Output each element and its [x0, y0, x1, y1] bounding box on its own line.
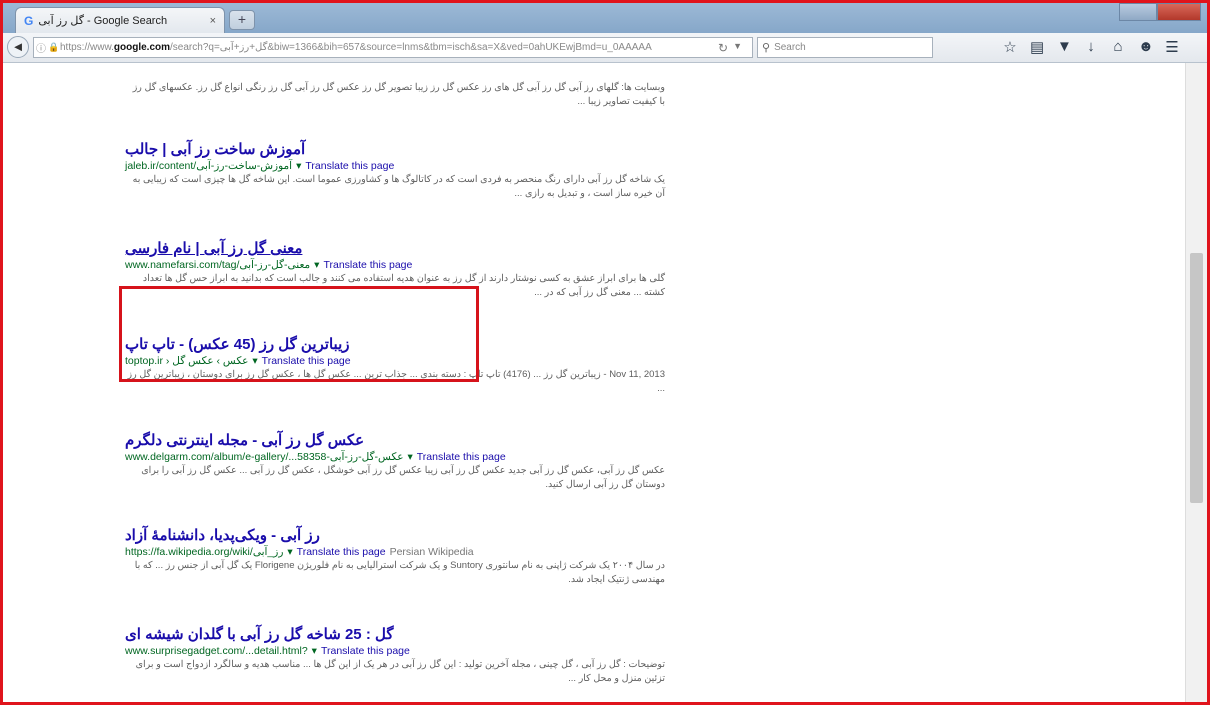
tab-close-icon[interactable]: × — [210, 15, 216, 27]
cite-dropdown-icon[interactable]: ▾ — [314, 259, 319, 271]
home-icon[interactable]: ⌂ — [1111, 38, 1125, 56]
result-cite: www.surprisegadget.com/...detail.html? ▾ T… — [125, 644, 665, 658]
tab-bar: G گل رز آبی - Google Search × + — [3, 3, 1207, 33]
reading-list-icon[interactable]: ▤ — [1030, 38, 1044, 56]
search-result: عکس گل رز آبی - مجله اینترنتی دلگرم www.… — [125, 431, 665, 492]
result-snippet: وبسایت ها: گلهای رز آبی گل رز آبی گل های… — [132, 82, 665, 107]
result-title-link[interactable]: آموزش ساخت رز آبی | جالب — [125, 140, 665, 159]
result-cite: jaleb.ir/content/آموزش-ساخت-رز-آبی ▾ Trans… — [125, 159, 665, 173]
info-icon[interactable]: ⓘ — [34, 40, 48, 55]
result-snippet: توضیحات : گل رز آبی ، گل چینی ، مجله آخر… — [135, 659, 665, 684]
search-results-page: وبسایت ها: گلهای رز آبی گل رز آبی گل های… — [3, 63, 1188, 702]
google-favicon-icon: G — [24, 13, 34, 28]
result-cite: https://fa.wikipedia.org/wiki/رز_آبی ▾ Tra… — [125, 545, 665, 559]
cite-dropdown-icon[interactable]: ▾ — [296, 160, 301, 172]
result-snippet-top: وبسایت ها: گلهای رز آبی گل رز آبی گل های… — [125, 81, 665, 109]
result-snippet: عکس گل رز آبی، عکس گل رز آبی جدید عکس گل… — [141, 465, 665, 490]
result-url: https://fa.wikipedia.org/wiki/رز_آبی — [125, 546, 284, 558]
highlight-box — [119, 286, 479, 382]
search-result: گل : 25 شاخه گل رز آبی با گلدان شیشه ای … — [125, 625, 665, 686]
history-dropdown-icon[interactable]: ▼ — [733, 41, 742, 51]
close-window-button[interactable] — [1157, 3, 1201, 21]
search-result: رز آبی - ویکی‌پدیا، دانشنامهٔ آزاد https… — [125, 526, 665, 587]
result-url: www.namefarsi.com/tag/معنی-گل-رز-آبی — [125, 259, 311, 271]
cite-dropdown-icon[interactable]: ▾ — [287, 546, 292, 558]
url-prefix: https://www. — [60, 42, 114, 53]
new-tab-button[interactable]: + — [229, 10, 255, 30]
reload-icon[interactable]: ↻ — [718, 41, 728, 55]
account-icon[interactable]: ☻ — [1138, 38, 1154, 56]
result-title-link[interactable]: معنی گل رز آبی | نام فارسی — [125, 239, 665, 258]
translate-link[interactable]: Translate this page — [321, 645, 410, 657]
translate-link[interactable]: Translate this page — [323, 259, 412, 271]
result-title-link[interactable]: گل : 25 شاخه گل رز آبی با گلدان شیشه ای — [125, 625, 665, 644]
cite-dropdown-icon[interactable]: ▾ — [312, 645, 317, 657]
search-placeholder: Search — [774, 42, 806, 53]
result-title-link[interactable]: عکس گل رز آبی - مجله اینترنتی دلگرم — [125, 431, 665, 450]
result-url: jaleb.ir/content/آموزش-ساخت-رز-آبی — [125, 160, 293, 172]
address-bar[interactable]: ⓘ 🔒 https://www. google.com /search?q=گل… — [33, 37, 753, 58]
pocket-icon[interactable]: ▼ — [1057, 38, 1072, 56]
result-snippet: در سال ۲۰۰۴ یک شرکت ژاپنی به نام سانتوری… — [134, 560, 665, 585]
url-path: /search?q=گل+رز+آبی&biw=1366&bih=657&sou… — [170, 42, 652, 53]
result-source-label: Persian Wikipedia — [389, 546, 474, 558]
cite-dropdown-icon[interactable]: ▾ — [407, 451, 412, 463]
url-domain: google.com — [113, 42, 171, 53]
menu-icon[interactable]: ☰ — [1165, 38, 1179, 56]
result-snippet: یک شاخه گل رز آبی دارای رنگ منحصر به فرد… — [132, 174, 665, 199]
search-result: آموزش ساخت رز آبی | جالب jaleb.ir/conten… — [125, 140, 665, 201]
scrollbar-thumb[interactable] — [1190, 253, 1203, 503]
result-title-link[interactable]: رز آبی - ویکی‌پدیا، دانشنامهٔ آزاد — [125, 526, 665, 545]
download-icon[interactable]: ↓ — [1084, 38, 1098, 56]
search-box[interactable]: ⚲ Search — [757, 37, 933, 58]
navigation-bar: ◄ ⓘ 🔒 https://www. google.com /search?q=… — [3, 33, 1207, 63]
result-url: www.surprisegadget.com/...detail.html? — [125, 645, 308, 657]
result-cite: www.namefarsi.com/tag/معنی-گل-رز-آبی ▾ Tra… — [125, 258, 665, 272]
window-controls — [1119, 3, 1201, 23]
vertical-scrollbar[interactable] — [1185, 63, 1207, 702]
browser-window: G گل رز آبی - Google Search × + ◄ ⓘ 🔒 ht… — [0, 0, 1210, 705]
search-icon: ⚲ — [762, 42, 771, 54]
bookmark-star-icon[interactable]: ☆ — [1003, 38, 1017, 56]
result-date: Nov 11, 2013 — [609, 369, 665, 380]
lock-icon[interactable]: 🔒 — [48, 42, 60, 53]
back-button[interactable]: ◄ — [7, 36, 29, 58]
minimize-button[interactable] — [1119, 3, 1157, 21]
translate-link[interactable]: Translate this page — [305, 160, 394, 172]
browser-tab[interactable]: G گل رز آبی - Google Search × — [15, 7, 225, 33]
translate-link[interactable]: Translate this page — [297, 546, 386, 558]
result-url: www.delgarm.com/album/e-gallery/...58358… — [125, 451, 404, 463]
result-cite: www.delgarm.com/album/e-gallery/...58358… — [125, 450, 665, 464]
translate-link[interactable]: Translate this page — [417, 451, 506, 463]
toolbar-icons: ☆ ▤ ▼ ↓ ⌂ ☻ ☰ — [1003, 38, 1179, 56]
tab-title: گل رز آبی - Google Search — [38, 15, 168, 27]
